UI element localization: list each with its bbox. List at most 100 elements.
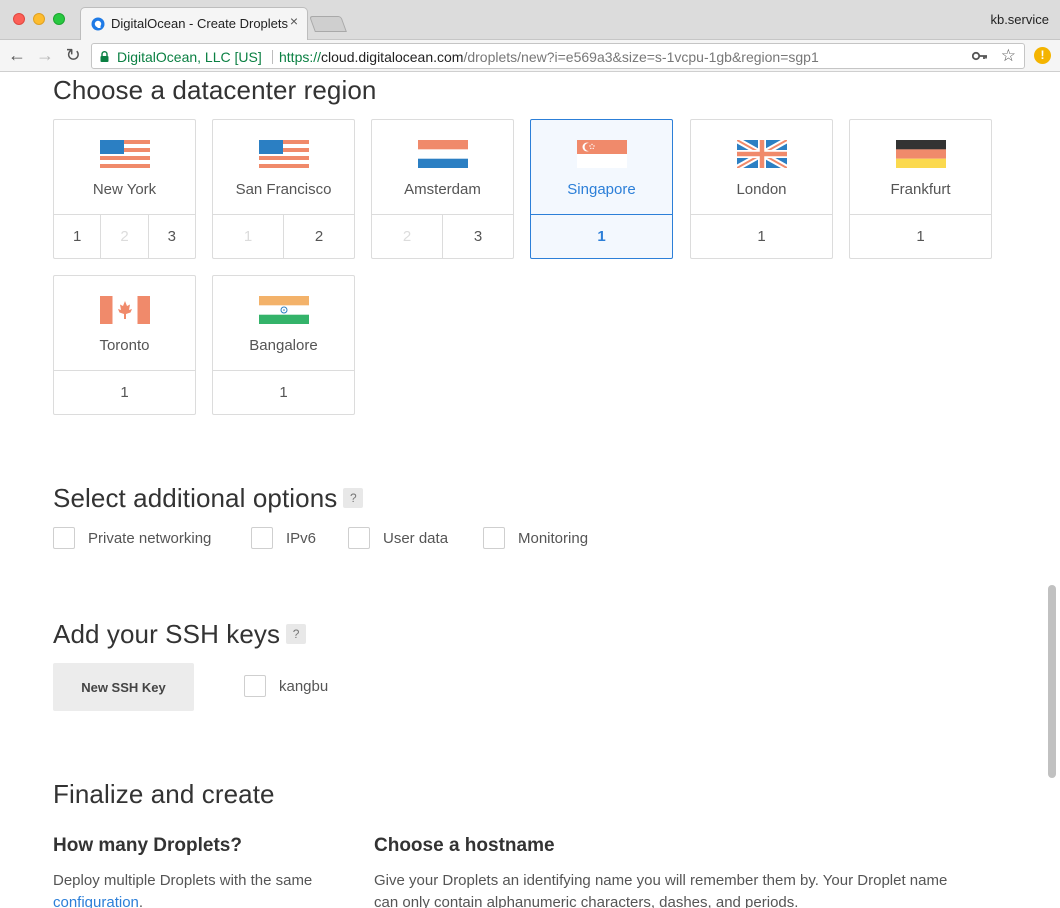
datacenter-option[interactable]: 2 <box>284 215 354 259</box>
region-name: London <box>736 181 787 198</box>
region-card-frankfurt[interactable]: Frankfurt 1 <box>849 119 992 259</box>
sg-flag-icon <box>577 140 627 168</box>
region-datacenter-numbers: 1 <box>213 371 354 415</box>
datacenter-option-disabled: 2 <box>372 215 443 259</box>
region-datacenter-numbers: 1 2 <box>213 215 354 259</box>
tab-close-icon[interactable]: × <box>290 14 298 28</box>
ssh-heading: Add your SSH keys? <box>53 619 307 650</box>
digitalocean-favicon-icon <box>91 17 105 31</box>
count-text: Deploy multiple Droplets with the same <box>53 872 313 889</box>
browser-tab-active[interactable]: DigitalOcean - Create Droplets × <box>80 7 308 40</box>
ssh-help-icon[interactable]: ? <box>286 624 307 645</box>
region-name: San Francisco <box>235 181 332 198</box>
region-card-toronto[interactable]: Toronto 1 <box>53 275 196 415</box>
region-card-header[interactable]: London <box>691 120 832 215</box>
region-card-singapore[interactable]: Singapore 1 <box>530 119 673 259</box>
de-flag-icon <box>896 140 946 168</box>
address-bar[interactable]: DigitalOcean, LLC [US] https://cloud.dig… <box>91 43 1025 69</box>
region-datacenter-numbers: 1 <box>531 215 672 259</box>
region-card-london[interactable]: London 1 <box>690 119 833 259</box>
url-path: /droplets/new?i=e569a3&size=s-1vcpu-1gb&… <box>463 49 819 65</box>
region-card-amsterdam[interactable]: Amsterdam 2 3 <box>371 119 514 259</box>
close-window-button[interactable] <box>13 13 25 25</box>
private-networking-checkbox[interactable] <box>53 527 75 549</box>
region-card-header[interactable]: Frankfurt <box>850 120 991 215</box>
region-card-bangalore[interactable]: Bangalore 1 <box>212 275 355 415</box>
option-label[interactable]: User data <box>383 530 448 547</box>
option-label[interactable]: Monitoring <box>518 530 588 547</box>
region-name: Bangalore <box>249 337 318 354</box>
configuration-link[interactable]: configuration <box>53 894 139 908</box>
ssh-key-checkbox[interactable] <box>244 675 266 697</box>
region-card-header[interactable]: New York <box>54 120 195 215</box>
region-card-header[interactable]: Amsterdam <box>372 120 513 215</box>
options-heading: Select additional options? <box>53 483 364 514</box>
region-card-header[interactable]: San Francisco <box>213 120 354 215</box>
monitoring-checkbox[interactable] <box>483 527 505 549</box>
datacenter-option[interactable]: 3 <box>443 215 513 259</box>
tab-title: DigitalOcean - Create Droplets <box>111 16 289 31</box>
key-icon[interactable] <box>972 50 988 62</box>
droplet-count-description: Deploy multiple Droplets with the same co… <box>53 870 353 908</box>
options-heading-text: Select additional options <box>53 483 338 513</box>
region-name: New York <box>92 181 157 198</box>
lock-icon <box>100 51 109 62</box>
back-icon[interactable]: ← <box>6 44 28 66</box>
finalize-heading: Finalize and create <box>53 779 275 809</box>
region-card-new-york[interactable]: New York 1 2 3 <box>53 119 196 259</box>
uk-flag-icon <box>737 140 787 168</box>
hostname-heading: Choose a hostname <box>374 835 555 856</box>
reload-icon[interactable]: ↻ <box>62 44 84 66</box>
region-datacenter-numbers: 1 <box>54 371 195 415</box>
region-name: Toronto <box>99 337 150 354</box>
browser-toolbar: ← → ↻ DigitalOcean, LLC [US] https://clo… <box>0 40 1060 72</box>
us-flag-icon <box>100 140 150 168</box>
datacenter-option-disabled: 2 <box>101 215 149 259</box>
datacenter-option[interactable]: 1 <box>850 215 991 259</box>
datacenter-option[interactable]: 1 <box>691 215 832 259</box>
minimize-window-button[interactable] <box>33 13 45 25</box>
region-name: Singapore <box>567 181 636 198</box>
page-scrollbar[interactable] <box>1048 585 1056 778</box>
user-data-checkbox[interactable] <box>348 527 370 549</box>
page-viewport: Choose a datacenter region New York 1 2 … <box>0 73 1060 908</box>
profile-name[interactable]: kb.service <box>990 12 1049 27</box>
browser-titlebar: DigitalOcean - Create Droplets × kb.serv… <box>0 0 1060 40</box>
new-tab-button[interactable] <box>309 16 347 32</box>
options-help-icon[interactable]: ? <box>343 488 364 509</box>
zoom-window-button[interactable] <box>53 13 65 25</box>
datacenter-option[interactable]: 1 <box>54 215 102 259</box>
extension-warning-icon[interactable]: ! <box>1034 47 1051 64</box>
hostname-text-line2: can only contain alphanumeric characters… <box>374 894 799 908</box>
region-card-header[interactable]: Bangalore <box>213 276 354 371</box>
hostname-description: Give your Droplets an identifying name y… <box>374 870 1014 908</box>
url-text[interactable]: https://cloud.digitalocean.com/droplets/… <box>279 49 819 65</box>
in-flag-icon <box>259 296 309 324</box>
new-ssh-key-button[interactable]: New SSH Key <box>53 663 194 711</box>
secure-site-label[interactable]: DigitalOcean, LLC [US] <box>117 49 262 65</box>
region-datacenter-numbers: 2 3 <box>372 215 513 259</box>
datacenter-option[interactable]: 1 <box>213 371 354 415</box>
bookmark-star-icon[interactable]: ☆ <box>1001 47 1016 64</box>
datacenter-option[interactable]: 3 <box>149 215 195 259</box>
region-name: Frankfurt <box>890 181 951 198</box>
option-label[interactable]: Private networking <box>88 530 211 547</box>
nl-flag-icon <box>418 140 468 168</box>
region-name: Amsterdam <box>404 181 481 198</box>
region-datacenter-numbers: 1 <box>850 215 991 259</box>
region-card-san-francisco[interactable]: San Francisco 1 2 <box>212 119 355 259</box>
datacenter-heading: Choose a datacenter region <box>53 75 377 105</box>
hostname-text-line1: Give your Droplets an identifying name y… <box>374 872 948 889</box>
forward-icon[interactable]: → <box>34 44 56 66</box>
ca-flag-icon <box>100 296 150 324</box>
datacenter-option[interactable]: 1 <box>54 371 195 415</box>
ipv6-checkbox[interactable] <box>251 527 273 549</box>
ssh-heading-text: Add your SSH keys <box>53 619 281 649</box>
option-label[interactable]: IPv6 <box>286 530 316 547</box>
datacenter-option-selected[interactable]: 1 <box>531 215 672 259</box>
region-card-header[interactable]: Toronto <box>54 276 195 371</box>
region-card-header[interactable]: Singapore <box>531 120 672 215</box>
url-host: cloud.digitalocean.com <box>321 49 464 65</box>
ssh-key-label[interactable]: kangbu <box>279 678 328 695</box>
us-flag-icon <box>259 140 309 168</box>
